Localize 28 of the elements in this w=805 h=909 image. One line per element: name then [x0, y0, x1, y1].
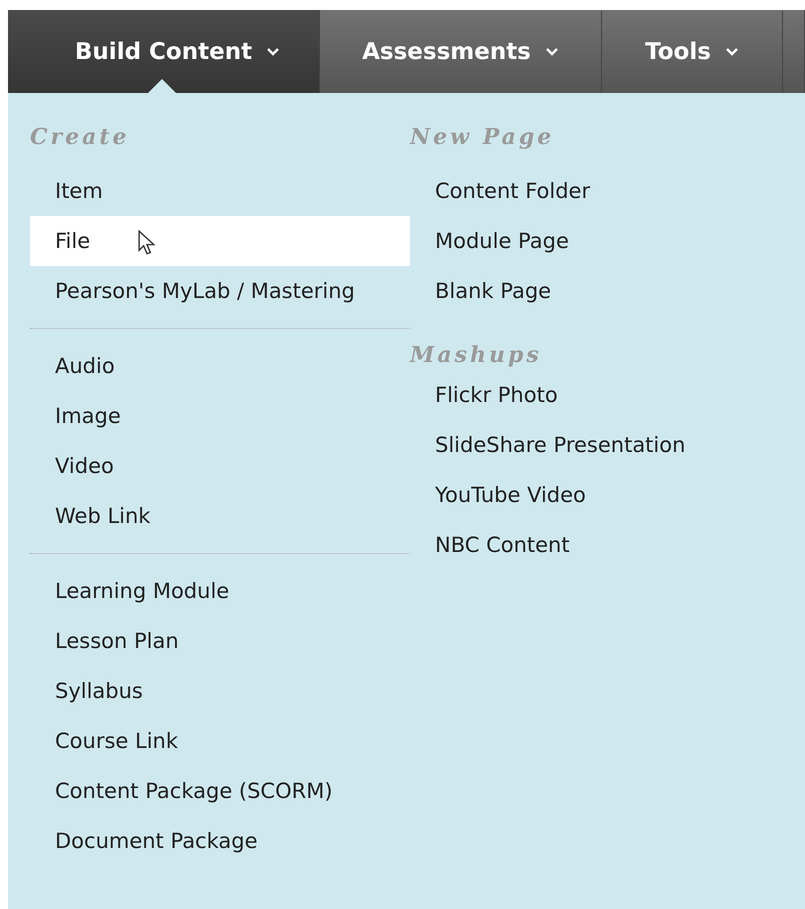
- menu-item[interactable]: Pearson's MyLab / Mastering: [30, 266, 410, 316]
- menu-item[interactable]: Syllabus: [30, 666, 410, 716]
- menu-item[interactable]: NBC Content: [410, 520, 790, 570]
- section-heading: Create: [30, 123, 131, 152]
- chevron-icon: [266, 46, 280, 56]
- menu-tab[interactable]: Build Content: [8, 10, 320, 93]
- menu-item[interactable]: Lesson Plan: [30, 616, 410, 666]
- menu-item[interactable]: Image: [30, 391, 410, 441]
- menu-item[interactable]: Video: [30, 441, 410, 491]
- chevron-icon: [724, 46, 739, 56]
- menu-item[interactable]: Learning Module: [30, 566, 410, 616]
- section-heading: New Page: [410, 123, 556, 152]
- cursor-icon: [138, 230, 156, 257]
- menu-item[interactable]: Course Link: [30, 716, 410, 766]
- menu-item[interactable]: Web Link: [30, 491, 410, 541]
- menu-item[interactable]: Content Folder: [410, 166, 790, 216]
- menu-item[interactable]: Item: [30, 166, 410, 216]
- menu-item[interactable]: Audio: [30, 341, 410, 391]
- menu-item[interactable]: Document Package: [30, 816, 410, 866]
- chevron-icon: [544, 46, 559, 56]
- menu-item[interactable]: SlideShare Presentation: [410, 420, 790, 470]
- section-heading: Mashups: [410, 341, 543, 370]
- menu-item[interactable]: Content Package (SCORM): [30, 766, 410, 816]
- menu-item[interactable]: Blank Page: [410, 266, 790, 316]
- menu-item[interactable]: YouTube Video: [410, 470, 790, 520]
- menu-item[interactable]: File: [30, 216, 410, 266]
- menu-item[interactable]: Flickr Photo: [410, 370, 790, 420]
- menu-item[interactable]: Module Page: [410, 216, 790, 266]
